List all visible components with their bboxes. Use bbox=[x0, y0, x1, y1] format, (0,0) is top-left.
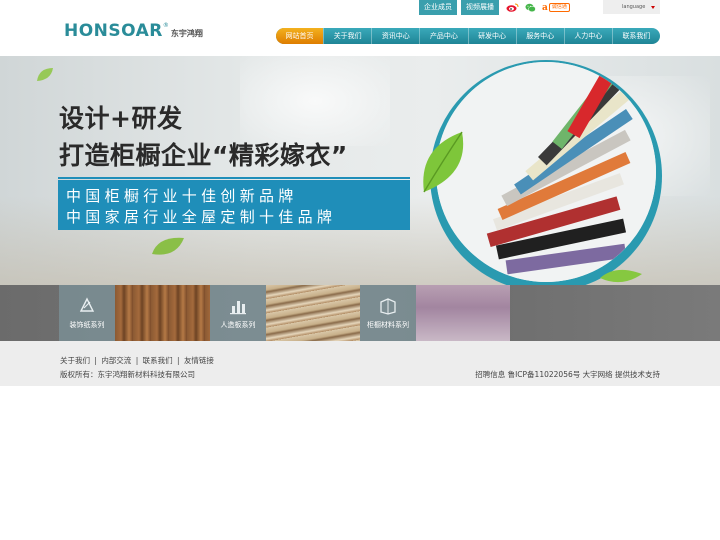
product-tile-decor-paper[interactable]: 装饰纸系列 bbox=[59, 285, 115, 341]
leaf-decoration bbox=[37, 68, 53, 81]
copyright-text: 版权所有：东宇鸿翔新材料科技有限公司 bbox=[60, 370, 195, 379]
product-tile-label: 装饰纸系列 bbox=[69, 321, 105, 329]
footer-info: 招聘信息 鲁ICP备11022056号 大宇网络 提供技术支持 bbox=[475, 370, 660, 379]
product-strip: 装饰纸系列 人造板系列 柜橱材料系列 bbox=[0, 285, 720, 341]
slogan-box: 中国柜橱行业十佳创新品牌 中国家居行业全屋定制十佳品牌 bbox=[58, 177, 410, 230]
banner-headline-2: 打造柜橱企业“精彩嫁衣” bbox=[59, 141, 348, 170]
top-link-videos[interactable]: 视频展播 bbox=[461, 0, 499, 15]
product-circle-image bbox=[436, 62, 656, 282]
top-links: 企业成员 视频展播 a 诚信通 bbox=[419, 0, 570, 15]
footer-link-contact[interactable]: 联系我们 bbox=[143, 356, 173, 365]
slogan-line-2: 中国家居行业全屋定制十佳品牌 bbox=[66, 208, 337, 226]
boards-photo[interactable] bbox=[266, 285, 360, 341]
footer-links: 关于我们 | 内部交流 | 联系我们 | 友情链接 bbox=[60, 355, 214, 366]
main-nav: 网站首页 关于我们 资讯中心 产品中心 研发中心 服务中心 人力中心 联系我们 bbox=[276, 28, 660, 44]
banner-light bbox=[240, 56, 390, 146]
nav-item-rnd[interactable]: 研发中心 bbox=[467, 28, 516, 44]
product-tile-wood-panel[interactable]: 人造板系列 bbox=[210, 285, 266, 341]
color-swatches-image bbox=[436, 62, 656, 282]
footer-link-about[interactable]: 关于我们 bbox=[60, 356, 90, 365]
wechat-icon[interactable] bbox=[525, 3, 536, 13]
nav-item-hr[interactable]: 人力中心 bbox=[563, 28, 612, 44]
product-tile-cabinet-material[interactable]: 柜橱材料系列 bbox=[360, 285, 416, 341]
caret-down-icon bbox=[651, 5, 656, 9]
leaf-decoration bbox=[600, 269, 642, 283]
footer-separator: | bbox=[135, 356, 139, 365]
footer-separator: | bbox=[94, 356, 97, 365]
logo-wordmark: HONSOAR bbox=[64, 21, 163, 41]
nav-item-news[interactable]: 资讯中心 bbox=[371, 28, 419, 44]
social-links: a 诚信通 bbox=[506, 3, 570, 13]
language-selector[interactable]: language bbox=[603, 0, 660, 14]
language-label: language bbox=[622, 4, 646, 10]
page: HONSOAR ® 东宇鸿翔 企业成员 视频展播 a 诚信通 language … bbox=[0, 0, 720, 540]
site-header: HONSOAR ® 东宇鸿翔 企业成员 视频展播 a 诚信通 language … bbox=[0, 0, 720, 56]
alibaba-link[interactable]: a 诚信通 bbox=[542, 3, 570, 13]
nav-item-service[interactable]: 服务中心 bbox=[515, 28, 564, 44]
alibaba-logo-icon: a bbox=[542, 2, 548, 13]
nav-item-home[interactable]: 网站首页 bbox=[276, 28, 324, 44]
wood-grain-photo[interactable] bbox=[115, 285, 210, 341]
nav-item-contact[interactable]: 联系我们 bbox=[611, 28, 660, 44]
footer-link-friends[interactable]: 友情链接 bbox=[184, 356, 214, 365]
banner-headline: 设计+研发 bbox=[59, 104, 183, 133]
logo[interactable]: HONSOAR ® 东宇鸿翔 bbox=[64, 20, 203, 42]
leaf-decoration bbox=[152, 237, 184, 255]
board-chart-icon bbox=[230, 301, 246, 315]
top-link-members[interactable]: 企业成员 bbox=[419, 0, 457, 15]
footer-separator: | bbox=[177, 356, 180, 365]
leaf-decoration bbox=[423, 131, 464, 193]
paper-icon bbox=[79, 297, 95, 312]
kitchen-photo[interactable] bbox=[416, 285, 510, 341]
product-tile-label: 柜橱材料系列 bbox=[367, 321, 409, 329]
product-tile-label: 人造板系列 bbox=[220, 321, 256, 329]
footer-link-internal[interactable]: 内部交流 bbox=[101, 356, 131, 365]
site-footer: 关于我们 | 内部交流 | 联系我们 | 友情链接 版权所有：东宇鸿翔新材料科技… bbox=[0, 341, 720, 386]
weibo-icon[interactable] bbox=[506, 3, 519, 12]
nav-item-about[interactable]: 关于我们 bbox=[323, 28, 371, 44]
slogan-line-1: 中国柜橱行业十佳创新品牌 bbox=[66, 187, 298, 205]
logo-chinese-name: 东宇鸿翔 bbox=[170, 28, 203, 38]
hero-banner[interactable]: 设计+研发 打造柜橱企业“精彩嫁衣” 中国柜橱行业十佳创新品牌 中国家居行业全屋… bbox=[0, 56, 720, 286]
nav-item-products[interactable]: 产品中心 bbox=[419, 28, 467, 44]
alibaba-label: 诚信通 bbox=[548, 3, 570, 12]
logo-registered-mark: ® bbox=[162, 21, 169, 29]
cabinet-material-icon bbox=[380, 298, 396, 315]
